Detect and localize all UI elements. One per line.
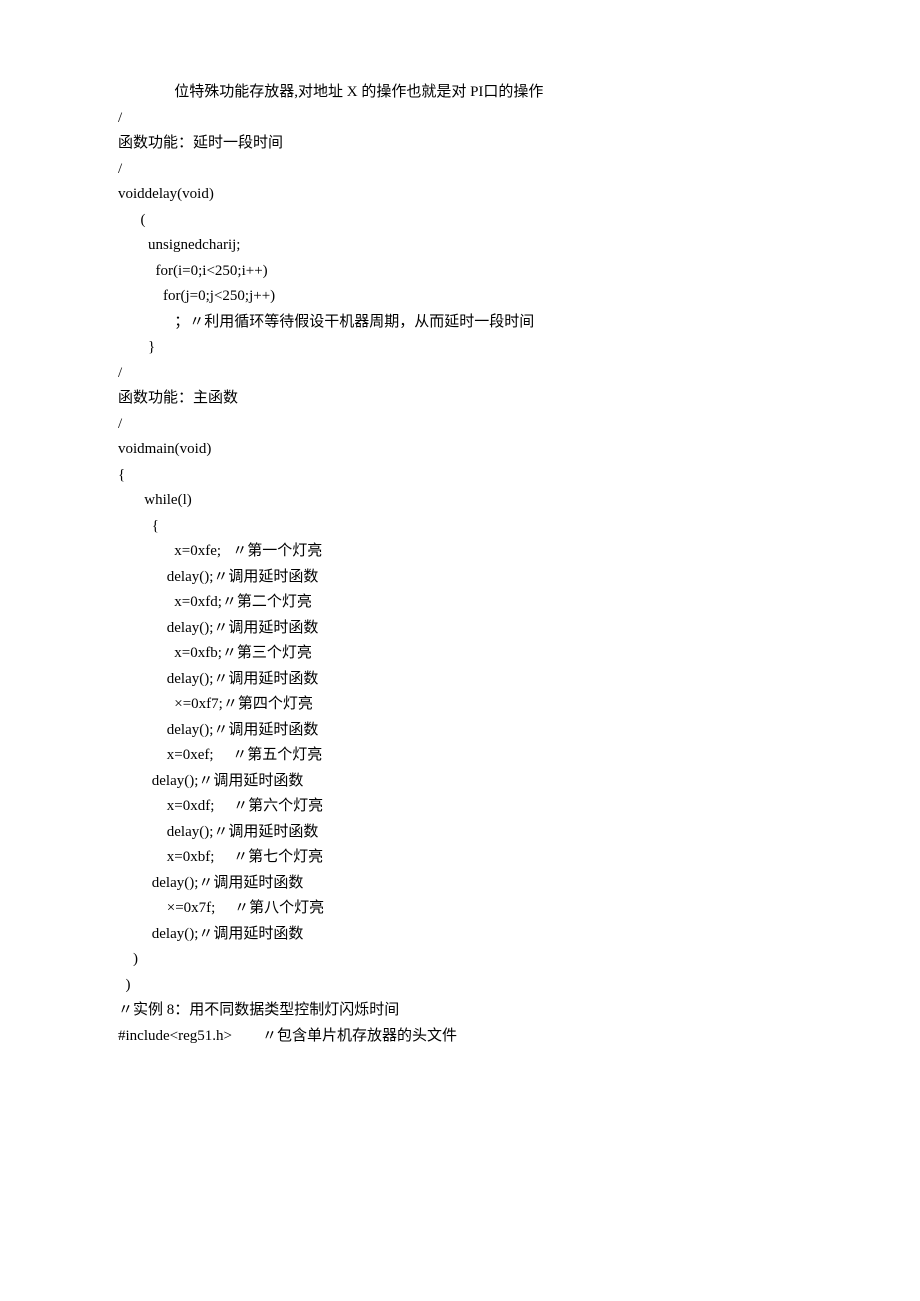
code-line: unsignedcharij; xyxy=(118,233,802,259)
code-line: while(l) xyxy=(118,488,802,514)
code-line: } xyxy=(118,335,802,361)
code-line: delay();〃调用延时函数 xyxy=(118,820,802,846)
code-line: x=0xfd;〃第二个灯亮 xyxy=(118,590,802,616)
code-line: / xyxy=(118,157,802,183)
code-line: delay();〃调用延时函数 xyxy=(118,667,802,693)
code-line: ；〃利用循环等待假设干机器周期，从而延时一段时间 xyxy=(118,310,802,336)
code-line: 〃实例 8：用不同数据类型控制灯闪烁时间 xyxy=(118,998,802,1024)
code-line: 函数功能：主函数 xyxy=(118,386,802,412)
code-line: { xyxy=(118,463,802,489)
code-line: delay();〃调用延时函数 xyxy=(118,871,802,897)
code-line: x=0xbf; 〃第七个灯亮 xyxy=(118,845,802,871)
code-line: delay();〃调用延时函数 xyxy=(118,922,802,948)
code-line: / xyxy=(118,361,802,387)
code-line: ×=0xf7;〃第四个灯亮 xyxy=(118,692,802,718)
code-line: { xyxy=(118,514,802,540)
code-line: voiddelay(void) xyxy=(118,182,802,208)
code-line: delay();〃调用延时函数 xyxy=(118,718,802,744)
code-line: ) xyxy=(118,973,802,999)
code-line: #include<reg51.h> 〃包含单片机存放器的头文件 xyxy=(118,1024,802,1050)
code-line: x=0xfb;〃第三个灯亮 xyxy=(118,641,802,667)
code-line: / xyxy=(118,412,802,438)
code-line: x=0xfe; 〃第一个灯亮 xyxy=(118,539,802,565)
code-line: 函数功能：延时一段时间 xyxy=(118,131,802,157)
code-line: / xyxy=(118,106,802,132)
code-line: delay();〃调用延时函数 xyxy=(118,565,802,591)
code-line: 位特殊功能存放器,对地址 X 的操作也就是对 PI口的操作 xyxy=(118,80,802,106)
code-line: ) xyxy=(118,947,802,973)
document-page: 位特殊功能存放器,对地址 X 的操作也就是对 PI口的操作 / 函数功能：延时一… xyxy=(0,0,920,1249)
code-line: x=0xdf; 〃第六个灯亮 xyxy=(118,794,802,820)
code-line: ( xyxy=(118,208,802,234)
code-line: for(j=0;j<250;j++) xyxy=(118,284,802,310)
code-line: delay();〃调用延时函数 xyxy=(118,616,802,642)
code-line: ×=0x7f; 〃第八个灯亮 xyxy=(118,896,802,922)
code-line: x=0xef; 〃第五个灯亮 xyxy=(118,743,802,769)
code-line: delay();〃调用延时函数 xyxy=(118,769,802,795)
code-line: voidmain(void) xyxy=(118,437,802,463)
code-line: for(i=0;i<250;i++) xyxy=(118,259,802,285)
